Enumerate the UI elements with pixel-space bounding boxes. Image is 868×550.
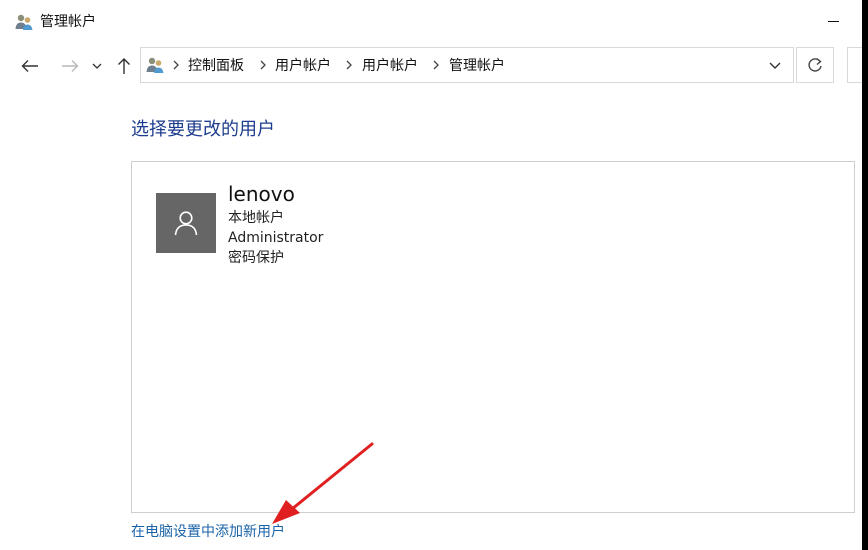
chevron-right-icon [260, 60, 266, 70]
chevron-down-icon [769, 62, 781, 69]
back-button[interactable] [16, 54, 44, 78]
breadcrumb-user-accounts-2[interactable]: 用户帐户 [362, 48, 418, 82]
user-list-panel: lenovo 本地帐户 Administrator 密码保护 [131, 161, 855, 513]
users-icon [14, 12, 34, 32]
user-tile-lenovo[interactable]: lenovo 本地帐户 Administrator 密码保护 [154, 180, 414, 270]
breadcrumb-manage-accounts[interactable]: 管理帐户 [449, 48, 505, 82]
up-button[interactable] [112, 54, 136, 78]
window-title: 管理帐户 [40, 14, 96, 30]
minimize-button[interactable] [818, 10, 848, 34]
user-role: Administrator [228, 230, 324, 246]
chevron-right-icon [433, 60, 439, 70]
forward-button[interactable] [56, 54, 84, 78]
user-icon [174, 211, 198, 236]
user-protection: 密码保护 [228, 250, 284, 266]
refresh-button[interactable] [796, 47, 834, 83]
page-heading: 选择要更改的用户 [131, 119, 275, 140]
title-bar: 管理帐户 [0, 0, 862, 44]
refresh-icon [808, 57, 822, 72]
arrow-up-icon [118, 58, 130, 74]
avatar[interactable] [156, 193, 216, 253]
chevron-right-icon [173, 60, 179, 70]
add-new-user-link[interactable]: 在电脑设置中添加新用户 [131, 522, 285, 542]
arrow-left-icon [21, 60, 38, 72]
chevron-right-icon [346, 60, 352, 70]
search-box[interactable] [847, 47, 862, 83]
chevron-down-icon [92, 63, 102, 69]
arrow-right-icon [62, 60, 79, 72]
user-account-type: 本地帐户 [228, 210, 284, 226]
breadcrumb-user-accounts[interactable]: 用户帐户 [275, 48, 331, 82]
address-history-button[interactable] [767, 57, 783, 73]
breadcrumb-control-panel[interactable]: 控制面板 [188, 48, 244, 82]
user-name: lenovo [228, 182, 295, 206]
manage-accounts-window: 管理帐户 控制面板 用户帐户 用户帐户 管理帐户 选择要更改的用户 lenovo… [0, 0, 862, 550]
address-bar[interactable]: 控制面板 用户帐户 用户帐户 管理帐户 [140, 47, 794, 83]
navigation-bar: 控制面板 用户帐户 用户帐户 管理帐户 [0, 44, 862, 88]
users-icon [144, 55, 166, 75]
recent-locations-button[interactable] [88, 54, 106, 78]
